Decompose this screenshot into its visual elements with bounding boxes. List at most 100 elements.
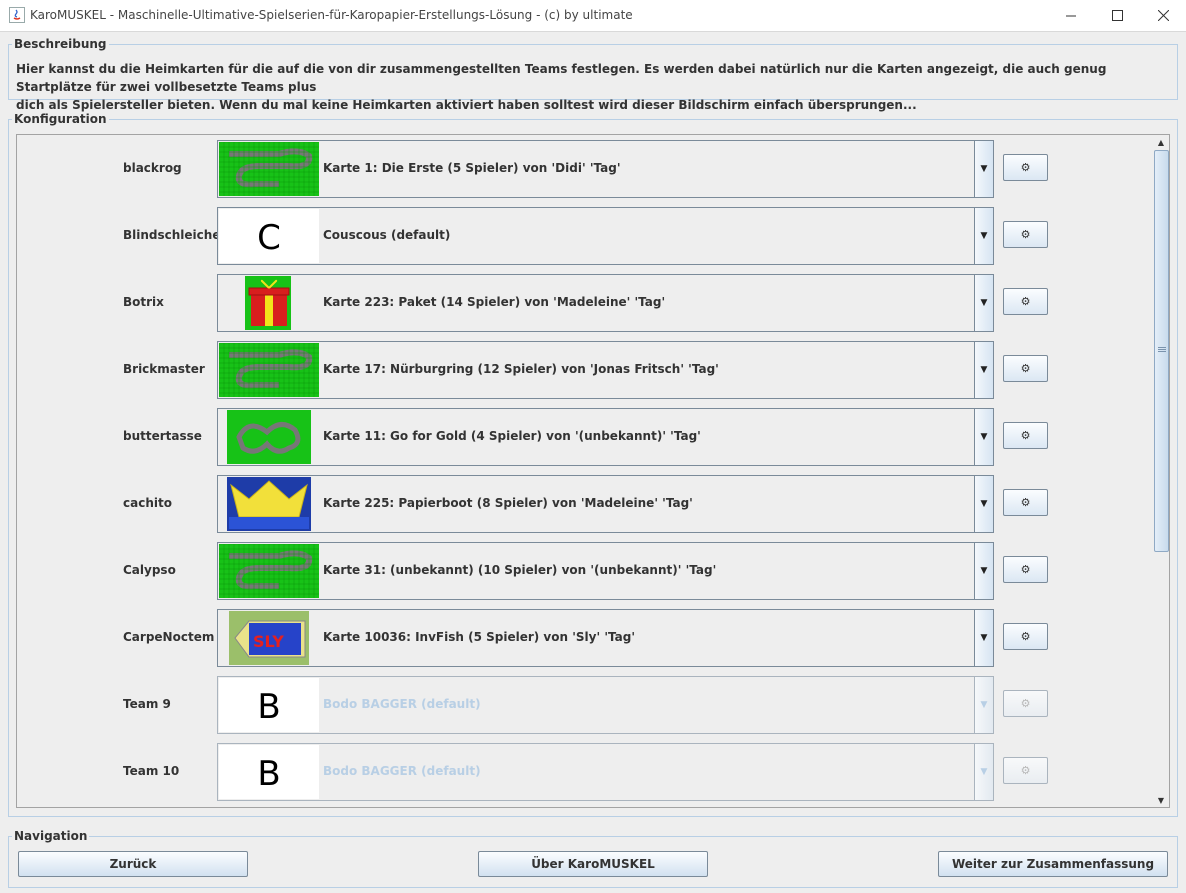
map-select: B Bodo BAGGER (default) ▼ — [217, 743, 994, 801]
back-button[interactable]: Zurück — [18, 851, 248, 877]
close-button[interactable] — [1140, 0, 1186, 31]
map-select-label: Karte 10036: InvFish (5 Spieler) von 'Sl… — [323, 630, 635, 644]
window-title: KaroMUSKEL - Maschinelle-Ultimative-Spie… — [30, 8, 633, 22]
map-select[interactable]: Karte 17: Nürburgring (12 Spieler) von '… — [217, 341, 994, 399]
settings-button[interactable]: ⚙ — [1003, 489, 1048, 516]
map-select-label: Bodo BAGGER (default) — [323, 697, 481, 711]
map-select-label: Karte 31: (unbekannt) (10 Spieler) von '… — [323, 563, 717, 577]
map-select[interactable]: Karte 225: Papierboot (8 Spieler) von 'M… — [217, 475, 994, 533]
map-select-label: Bodo BAGGER (default) — [323, 764, 481, 778]
map-thumbnail — [219, 477, 319, 531]
grip-line — [1158, 351, 1166, 352]
team-row: blackrog Karte 1: Die Erste (5 Spieler) v… — [17, 135, 1154, 202]
chevron-down-icon: ▼ — [974, 677, 993, 733]
team-name: buttertasse — [123, 429, 202, 443]
beschreibung-legend: Beschreibung — [12, 37, 109, 51]
minimize-icon — [1065, 15, 1076, 17]
map-select-label: Karte 225: Papierboot (8 Spieler) von 'M… — [323, 496, 693, 510]
grip-line — [1158, 349, 1166, 350]
map-select[interactable]: Karte 1: Die Erste (5 Spieler) von 'Didi… — [217, 140, 994, 198]
map-select[interactable]: SLY Karte 10036: InvFish (5 Spieler) von … — [217, 609, 994, 667]
team-row: buttertasse Karte 11: Go for Gold (4 Spie… — [17, 403, 1154, 470]
maximize-icon — [1111, 10, 1123, 21]
chevron-down-icon[interactable]: ▼ — [974, 476, 993, 532]
map-select-label: Karte 17: Nürburgring (12 Spieler) von '… — [323, 362, 719, 376]
team-name: Calypso — [123, 563, 176, 577]
scroll-up-arrow-icon[interactable]: ▲ — [1153, 135, 1169, 149]
team-row: cachito Karte 225: Papierboot (8 Spieler)… — [17, 470, 1154, 537]
svg-text:B: B — [257, 687, 280, 727]
map-thumbnail: C — [219, 209, 319, 263]
svg-text:C: C — [257, 218, 281, 258]
settings-button[interactable]: ⚙ — [1003, 556, 1048, 583]
team-row: Calypso Karte 31: (unbekannt) (10 Spieler… — [17, 537, 1154, 604]
team-name: cachito — [123, 496, 172, 510]
minimize-button[interactable] — [1048, 0, 1094, 31]
grip-line — [1158, 347, 1166, 348]
map-select[interactable]: Karte 11: Go for Gold (4 Spieler) von '(… — [217, 408, 994, 466]
team-name: blackrog — [123, 161, 182, 175]
team-name: Team 10 — [123, 764, 180, 778]
team-row: Blindschleiche C Couscous (default) ▼ ⚙ — [17, 202, 1154, 269]
chevron-down-icon[interactable]: ▼ — [974, 409, 993, 465]
chevron-down-icon[interactable]: ▼ — [974, 275, 993, 331]
team-name: Botrix — [123, 295, 164, 309]
scrollbar-thumb[interactable] — [1154, 150, 1169, 552]
map-select[interactable]: Karte 31: (unbekannt) (10 Spieler) von '… — [217, 542, 994, 600]
vertical-scrollbar[interactable]: ▲ ▼ — [1153, 134, 1170, 808]
description-line-1: Hier kannst du die Heimkarten für die au… — [16, 62, 1107, 94]
navigation-legend: Navigation — [12, 829, 90, 843]
chevron-down-icon[interactable]: ▼ — [974, 141, 993, 197]
map-thumbnail — [218, 141, 319, 196]
team-name: Brickmaster — [123, 362, 205, 376]
chevron-down-icon[interactable]: ▼ — [974, 342, 993, 398]
settings-button: ⚙ — [1003, 757, 1048, 784]
team-row: CarpeNoctem SLY Karte 10036: InvFish (5 Sp… — [17, 604, 1154, 671]
settings-button[interactable]: ⚙ — [1003, 623, 1048, 650]
map-select: B Bodo BAGGER (default) ▼ — [217, 676, 994, 734]
team-name: CarpeNoctem — [123, 630, 215, 644]
settings-button[interactable]: ⚙ — [1003, 422, 1048, 449]
map-thumbnail: B — [219, 678, 319, 732]
team-row: Team 10 B Bodo BAGGER (default) ▼ ⚙ — [17, 738, 1154, 805]
settings-button[interactable]: ⚙ — [1003, 154, 1048, 181]
svg-text:SLY: SLY — [253, 632, 284, 651]
chevron-down-icon[interactable]: ▼ — [974, 610, 993, 666]
map-thumbnail — [218, 342, 319, 397]
map-select-label: Karte 11: Go for Gold (4 Spieler) von '(… — [323, 429, 701, 443]
team-name: Team 9 — [123, 697, 171, 711]
map-select-label: Karte 1: Die Erste (5 Spieler) von 'Didi… — [323, 161, 621, 175]
map-select[interactable]: C Couscous (default) ▼ — [217, 207, 994, 265]
chevron-down-icon: ▼ — [974, 744, 993, 800]
java-app-icon — [9, 7, 25, 23]
svg-text:B: B — [257, 754, 280, 794]
close-icon — [1157, 10, 1169, 21]
map-select-label: Couscous (default) — [323, 228, 451, 242]
description-line-2: dich als Spielersteller bieten. Wenn du … — [16, 98, 917, 112]
chevron-down-icon[interactable]: ▼ — [974, 208, 993, 264]
map-select[interactable]: Karte 223: Paket (14 Spieler) von 'Madel… — [217, 274, 994, 332]
map-select-label: Karte 223: Paket (14 Spieler) von 'Madel… — [323, 295, 666, 309]
map-thumbnail: B — [219, 745, 319, 799]
chevron-down-icon[interactable]: ▼ — [974, 543, 993, 599]
team-row: Botrix Karte 223: Paket (14 Spieler) von … — [17, 269, 1154, 336]
settings-button[interactable]: ⚙ — [1003, 355, 1048, 382]
team-map-list[interactable]: blackrog Karte 1: Die Erste (5 Spieler) v… — [16, 134, 1155, 808]
maximize-button[interactable] — [1094, 0, 1140, 31]
team-row: Brickmaster Karte 17: Nürburgring (12 Spi… — [17, 336, 1154, 403]
settings-button[interactable]: ⚙ — [1003, 288, 1048, 315]
scroll-down-arrow-icon[interactable]: ▼ — [1153, 793, 1169, 807]
map-thumbnail: SLY — [219, 611, 319, 665]
settings-button[interactable]: ⚙ — [1003, 221, 1048, 248]
map-thumbnail — [218, 543, 319, 598]
konfiguration-legend: Konfiguration — [12, 112, 109, 126]
title-bar: KaroMUSKEL - Maschinelle-Ultimative-Spie… — [0, 0, 1186, 32]
map-thumbnail — [219, 276, 319, 330]
team-name: Blindschleiche — [123, 228, 221, 242]
map-thumbnail — [219, 410, 319, 464]
next-button[interactable]: Weiter zur Zusammenfassung — [938, 851, 1168, 877]
description-text: Hier kannst du die Heimkarten für die au… — [16, 60, 1176, 114]
team-row: Team 9 B Bodo BAGGER (default) ▼ ⚙ — [17, 671, 1154, 738]
settings-button: ⚙ — [1003, 690, 1048, 717]
about-button[interactable]: Über KaroMUSKEL — [478, 851, 708, 877]
